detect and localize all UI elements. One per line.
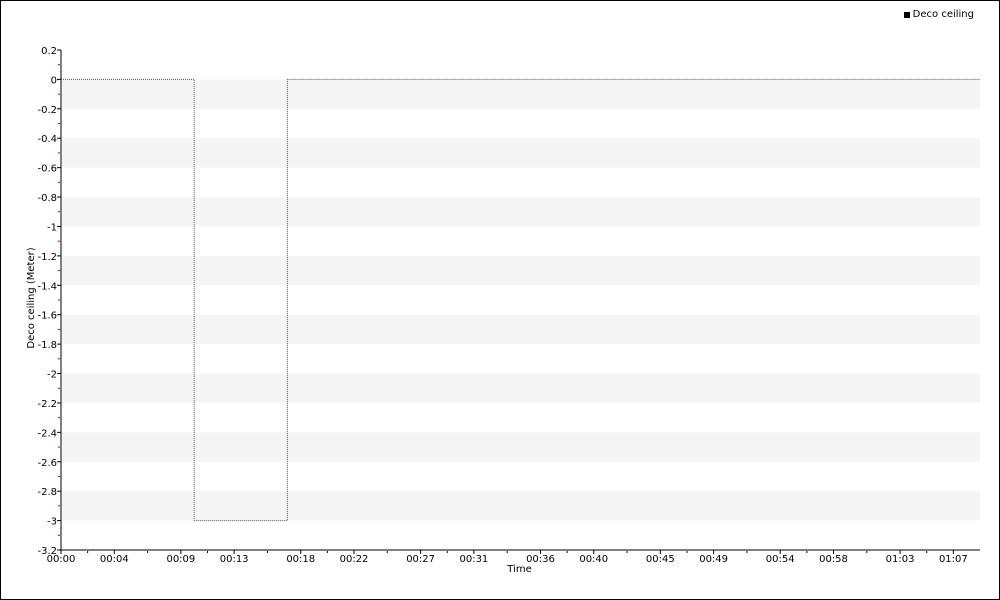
y-tick-label: -1 xyxy=(47,222,57,233)
x-tick-label: 00:09 xyxy=(166,554,195,565)
y-tick-label: -1.4 xyxy=(37,281,57,292)
y-tick-label: -0.6 xyxy=(37,164,57,175)
legend: Deco ceiling xyxy=(903,9,974,20)
grid-band xyxy=(62,255,980,286)
legend-swatch xyxy=(903,11,910,18)
grid-band xyxy=(62,79,980,109)
x-tick-label: 00:54 xyxy=(766,554,795,565)
x-tick-label: 00:45 xyxy=(646,554,675,565)
x-tick-label: 00:04 xyxy=(100,554,129,565)
x-tick-label: 00:00 xyxy=(47,554,76,565)
grid-band xyxy=(62,491,980,521)
y-tick-label: -2.8 xyxy=(37,487,57,498)
y-tick-label: -2.4 xyxy=(37,428,57,439)
x-tick-label: 00:49 xyxy=(699,554,728,565)
y-tick-label: -0.8 xyxy=(37,193,57,204)
x-tick-label: 00:31 xyxy=(459,554,488,565)
y-tick-label: -1.2 xyxy=(37,252,57,263)
x-tick-label: 01:07 xyxy=(939,554,968,565)
y-tick-label: -2.2 xyxy=(37,399,57,410)
x-axis-title: Time xyxy=(506,564,531,575)
y-tick-label: -1.8 xyxy=(37,340,57,351)
x-tick-label: 00:13 xyxy=(220,554,249,565)
y-axis-title: Deco ceiling (Meter) xyxy=(26,247,37,348)
grid-band xyxy=(62,197,980,227)
grid-band xyxy=(62,138,980,168)
y-tick-label: -0.2 xyxy=(37,105,57,116)
grid-band xyxy=(62,432,980,462)
legend-label: Deco ceiling xyxy=(912,9,974,20)
x-tick-label: 00:27 xyxy=(406,554,435,565)
grid-band xyxy=(62,314,980,345)
y-tick-label: 0 xyxy=(51,75,57,86)
x-tick-label: 01:03 xyxy=(886,554,915,565)
y-tick-label: 0.2 xyxy=(41,46,57,57)
grid-band xyxy=(62,373,980,403)
y-tick-label: -1.6 xyxy=(37,311,57,322)
x-tick-label: 00:40 xyxy=(579,554,608,565)
y-tick-label: -0.4 xyxy=(37,134,57,145)
x-tick-label: 00:58 xyxy=(819,554,848,565)
x-tick-label: 00:22 xyxy=(340,554,369,565)
y-tick-label: -2 xyxy=(47,370,57,381)
y-tick-label: -2.6 xyxy=(37,458,57,469)
y-tick-label: -3 xyxy=(47,517,57,528)
chart-canvas: 0.2 0 -0.2 -0.4 -0.6 -0.8 -1 -1.2 -1.4 -1.6 -1.8 -2… xyxy=(26,46,980,575)
x-tick-label: 00:18 xyxy=(286,554,315,565)
